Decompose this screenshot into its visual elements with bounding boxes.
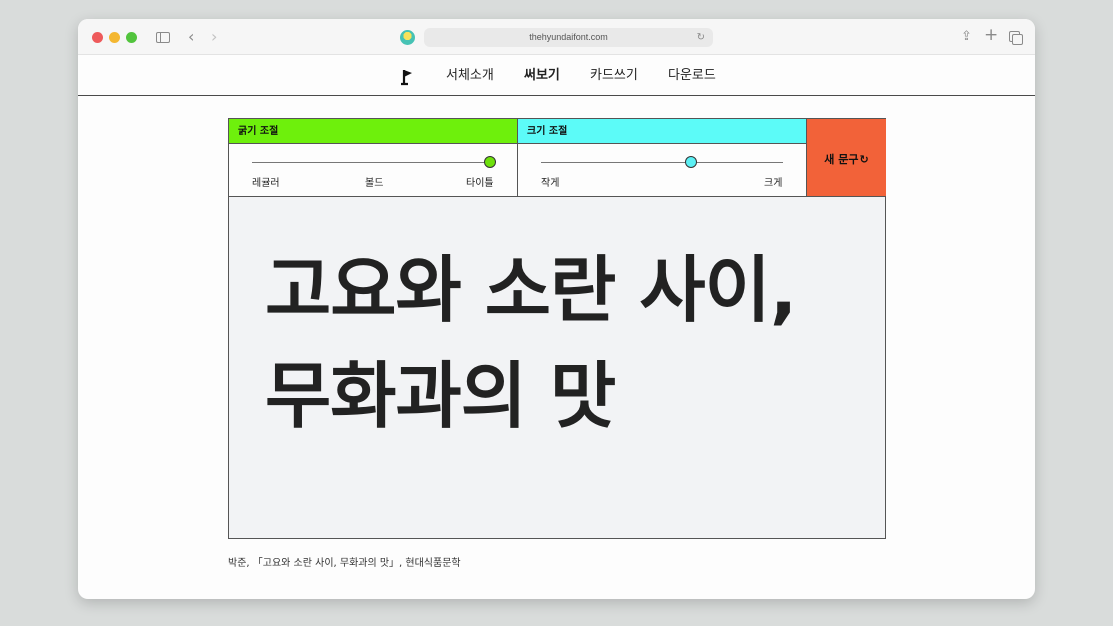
weight-label-regular: 레귤러 bbox=[252, 178, 280, 189]
site-navigation: 서체소개 써보기 카드쓰기 다운로드 bbox=[78, 55, 1035, 96]
new-text-button-label: 새 문구 bbox=[824, 153, 859, 166]
minimize-window-button[interactable] bbox=[109, 32, 120, 43]
address-bar-url: thehyundaifont.com bbox=[529, 32, 608, 42]
tab-overview-icon[interactable] bbox=[1009, 31, 1023, 45]
close-window-button[interactable] bbox=[92, 32, 103, 43]
back-arrow-icon[interactable]: ‹ bbox=[188, 28, 194, 46]
font-tester-panel: 굵기 조절 크기 조절 레귤러 볼드 타이틀 작게 크게 새 문구↻ 고요와 소… bbox=[228, 118, 886, 539]
nav-item-try[interactable]: 써보기 bbox=[524, 67, 560, 85]
reload-icon[interactable]: ↻ bbox=[697, 28, 705, 47]
site-favicon-icon bbox=[400, 30, 415, 45]
weight-slider-area: 레귤러 볼드 타이틀 bbox=[229, 144, 518, 197]
text-preview-area[interactable]: 고요와 소란 사이, 무화과의 맛 bbox=[229, 197, 885, 538]
nav-item-download[interactable]: 다운로드 bbox=[668, 67, 716, 85]
share-icon[interactable]: ⇪ bbox=[961, 28, 972, 46]
preview-line-2: 무화과의 맛 bbox=[265, 354, 616, 438]
source-caption: 박준, 「고요와 소란 사이, 무화과의 맛」, 현대식품문학 bbox=[228, 558, 461, 569]
sidebar-toggle-icon[interactable] bbox=[156, 32, 170, 43]
flag-logo-icon[interactable] bbox=[400, 68, 414, 86]
size-label-small: 작게 bbox=[541, 178, 560, 189]
zoom-window-button[interactable] bbox=[126, 32, 137, 43]
forward-arrow-icon[interactable]: › bbox=[211, 28, 217, 46]
size-label-large: 크게 bbox=[764, 178, 783, 189]
address-bar[interactable]: thehyundaifont.com ↻ bbox=[424, 28, 713, 47]
size-slider-area: 작게 크게 bbox=[518, 144, 807, 197]
nav-item-card[interactable]: 카드쓰기 bbox=[590, 67, 638, 85]
weight-slider-track[interactable] bbox=[252, 162, 490, 163]
browser-titlebar: ‹ › thehyundaifont.com ↻ ⇪ + bbox=[78, 19, 1035, 55]
weight-label-bold: 볼드 bbox=[365, 178, 384, 189]
size-control-title: 크기 조절 bbox=[518, 119, 807, 144]
size-slider-handle[interactable] bbox=[685, 156, 698, 168]
nav-item-intro[interactable]: 서체소개 bbox=[446, 67, 494, 85]
refresh-icon: ↻ bbox=[859, 153, 869, 166]
new-tab-plus-icon[interactable]: + bbox=[984, 26, 998, 44]
new-text-button[interactable]: 새 문구↻ bbox=[807, 119, 886, 197]
weight-slider-handle[interactable] bbox=[484, 156, 496, 168]
browser-window: ‹ › thehyundaifont.com ↻ ⇪ + 서체소개 써보기 카드… bbox=[78, 19, 1035, 599]
weight-control-title: 굵기 조절 bbox=[229, 119, 518, 144]
weight-label-title: 타이틀 bbox=[466, 178, 494, 189]
preview-line-1: 고요와 소란 사이, bbox=[265, 248, 797, 332]
size-slider-track[interactable] bbox=[541, 162, 783, 163]
